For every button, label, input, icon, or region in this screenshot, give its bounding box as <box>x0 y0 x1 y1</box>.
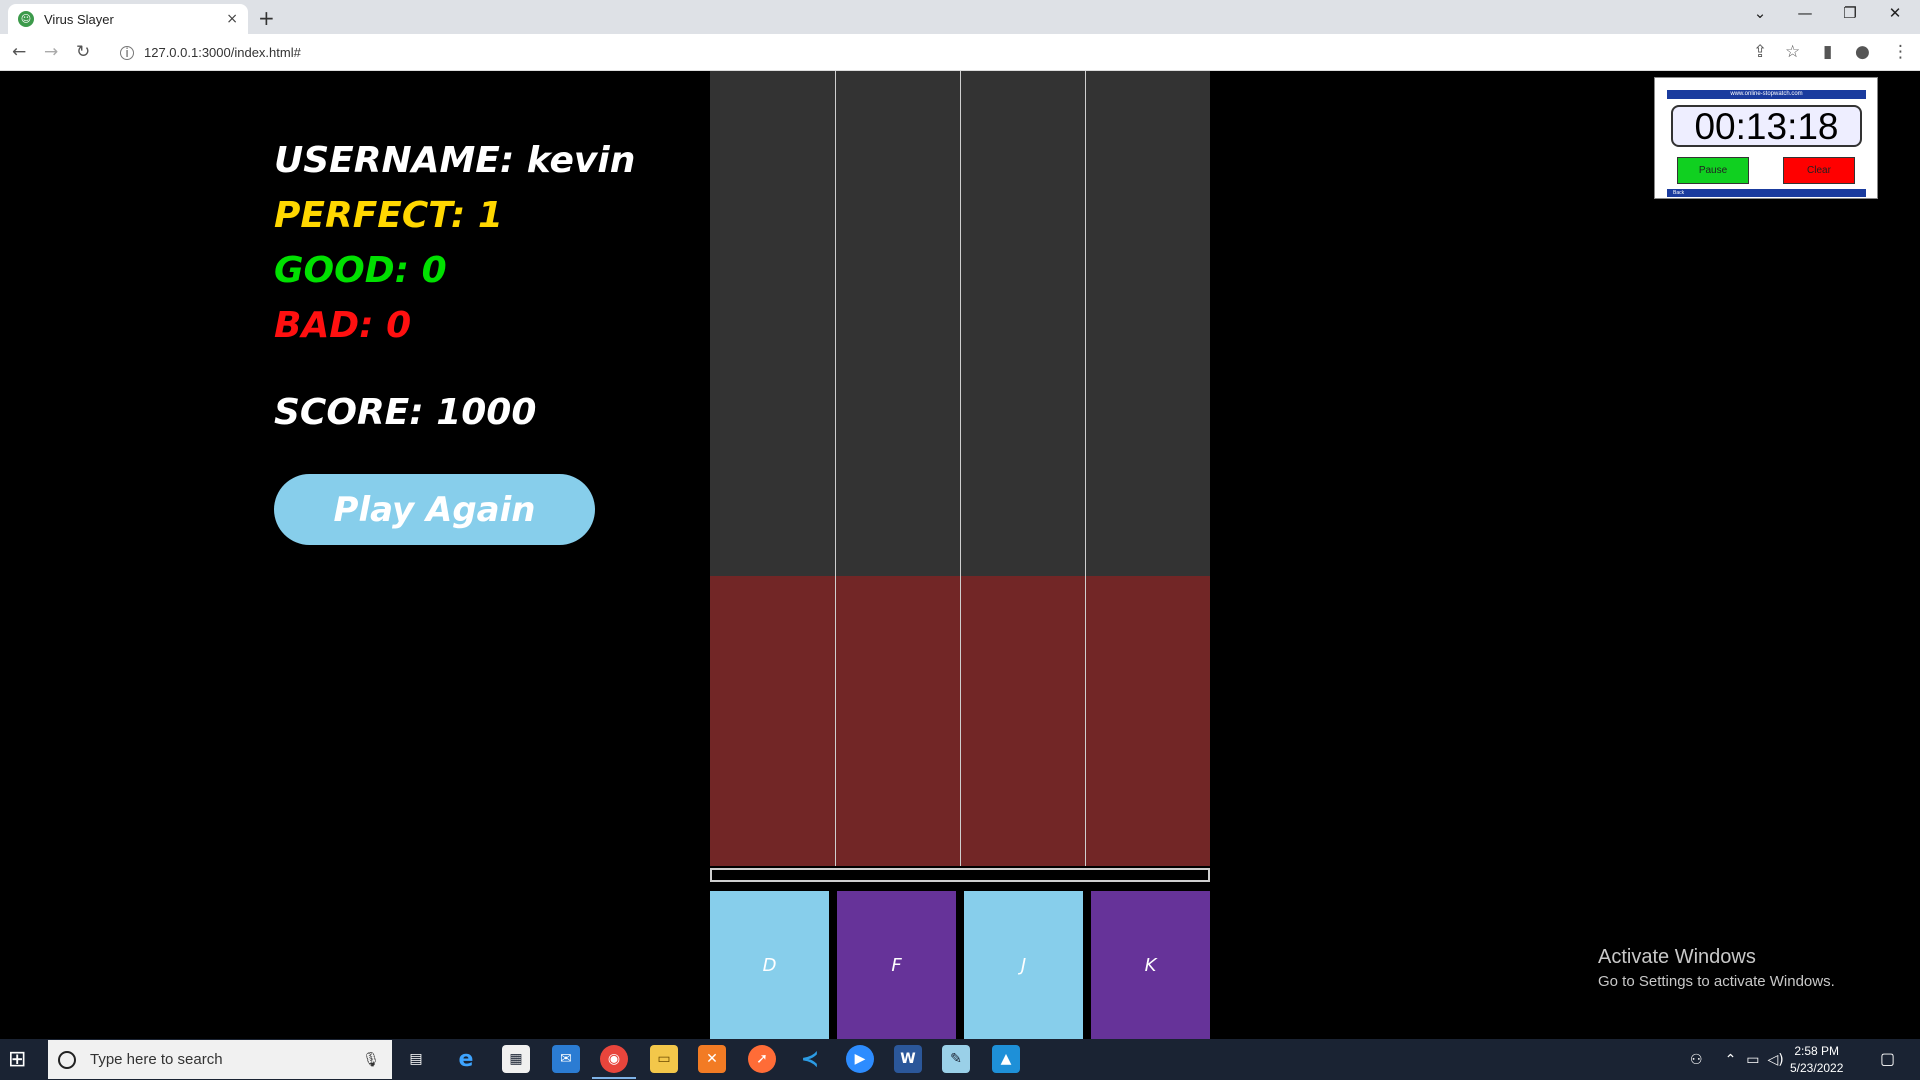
browser-toolbar: ← → ↻ i 127.0.0.1:3000/index.html# ⇪ ☆ ▮… <box>0 34 1920 71</box>
key-k[interactable]: K <box>1091 891 1210 1039</box>
stopwatch-widget: www.online-stopwatch.com 00:13:18 Pause … <box>1654 77 1878 199</box>
browser-tab-bar: ☺ Virus Slayer × + ⌄ — ❐ ✕ <box>0 0 1920 34</box>
bad-count: BAD: 0 <box>274 305 412 346</box>
windows-taskbar: ⊞ Type here to search 🎙 ▤ e ▦ ✉ ◉ ▭ ✕ ➚ … <box>0 1039 1920 1080</box>
notepad-icon[interactable]: ✎ <box>942 1045 970 1073</box>
task-view-icon[interactable]: ▤ <box>402 1045 430 1073</box>
word-icon[interactable]: W <box>894 1045 922 1073</box>
lane-divider <box>1085 71 1086 866</box>
profile-avatar-icon[interactable]: ● <box>1855 42 1870 62</box>
volume-icon[interactable]: ◁) <box>1768 1052 1784 1068</box>
vscode-icon[interactable]: ≺ <box>796 1045 824 1073</box>
key-d[interactable]: D <box>710 891 829 1039</box>
store-icon[interactable]: ▦ <box>502 1045 530 1073</box>
network-icon[interactable]: ▭ <box>1746 1052 1759 1068</box>
stopwatch-time: 00:13:18 <box>1671 105 1862 147</box>
activate-subtitle: Go to Settings to activate Windows. <box>1598 973 1835 990</box>
username-label: USERNAME: kevin <box>274 140 636 181</box>
side-panel-icon[interactable]: ▮ <box>1823 42 1832 62</box>
good-count: GOOD: 0 <box>274 250 447 291</box>
stats-panel: USERNAME: kevin PERFECT: 1 GOOD: 0 BAD: … <box>274 133 635 440</box>
perfect-count: PERFECT: 1 <box>274 195 503 236</box>
tab-close-icon[interactable]: × <box>226 11 238 27</box>
back-arrow-icon[interactable]: ← <box>12 42 26 62</box>
game-board: D F J K <box>710 71 1210 1039</box>
show-hidden-icons-chevron-icon[interactable]: ⌃ <box>1725 1052 1737 1068</box>
lane-divider <box>960 71 961 866</box>
cortana-circle-icon <box>58 1050 76 1069</box>
postman-icon[interactable]: ➚ <box>748 1045 776 1073</box>
stopwatch-clear-button[interactable]: Clear <box>1783 157 1855 184</box>
game-page: USERNAME: kevin PERFECT: 1 GOOD: 0 BAD: … <box>0 71 1920 1039</box>
minimize-button[interactable]: — <box>1785 4 1825 22</box>
windows-start-icon[interactable]: ⊞ <box>8 1047 26 1072</box>
edge-icon[interactable]: e <box>452 1045 480 1073</box>
address-bar[interactable]: i 127.0.0.1:3000/index.html# <box>110 39 1750 66</box>
tab-search-icon[interactable]: ⌄ <box>1740 4 1780 22</box>
search-placeholder: Type here to search <box>90 1051 223 1068</box>
zoom-icon[interactable]: ▶ <box>846 1045 874 1073</box>
people-icon[interactable]: ⚇ <box>1690 1052 1703 1068</box>
taskbar-clock[interactable]: 2:58 PM 5/23/2022 <box>1790 1043 1843 1077</box>
virus-favicon-icon: ☺ <box>18 11 34 27</box>
share-icon[interactable]: ⇪ <box>1753 42 1767 62</box>
menu-dots-icon[interactable]: ⋮ <box>1892 42 1909 62</box>
clock-date: 5/23/2022 <box>1790 1061 1844 1075</box>
stopwatch-site-banner: www.online-stopwatch.com <box>1667 90 1866 99</box>
stopwatch-back-link[interactable]: Back <box>1667 189 1866 197</box>
close-window-button[interactable]: ✕ <box>1875 4 1915 22</box>
notification-center-icon[interactable]: ▢ <box>1880 1049 1895 1068</box>
activate-windows-watermark: Activate Windows Go to Settings to activ… <box>1598 946 1835 990</box>
score-label: SCORE: 1000 <box>274 392 537 433</box>
stopwatch-pause-button[interactable]: Pause <box>1677 157 1749 184</box>
play-again-button[interactable]: Play Again <box>274 474 595 545</box>
key-f[interactable]: F <box>837 891 956 1039</box>
url-text: 127.0.0.1:3000/index.html# <box>144 45 301 60</box>
photos-icon[interactable]: ▲ <box>992 1045 1020 1073</box>
bookmark-star-icon[interactable]: ☆ <box>1785 42 1800 62</box>
forward-arrow-icon[interactable]: → <box>44 42 58 62</box>
site-info-icon[interactable]: i <box>120 45 134 60</box>
taskbar-search[interactable]: Type here to search 🎙 <box>48 1040 392 1079</box>
file-explorer-icon[interactable]: ▭ <box>650 1045 678 1073</box>
hit-line <box>710 868 1210 882</box>
chrome-icon[interactable]: ◉ <box>592 1045 636 1079</box>
mail-icon[interactable]: ✉ <box>552 1045 580 1073</box>
activate-title: Activate Windows <box>1598 946 1756 968</box>
new-tab-button[interactable]: + <box>258 6 275 30</box>
restore-button[interactable]: ❐ <box>1830 4 1870 22</box>
tab-title: Virus Slayer <box>44 11 114 27</box>
browser-tab[interactable]: ☺ Virus Slayer × <box>8 4 248 34</box>
lane-divider <box>835 71 836 866</box>
reload-icon[interactable]: ↻ <box>76 42 90 62</box>
key-j[interactable]: J <box>964 891 1083 1039</box>
xampp-icon[interactable]: ✕ <box>698 1045 726 1073</box>
microphone-icon[interactable]: 🎙 <box>362 1052 380 1068</box>
clock-time: 2:58 PM <box>1794 1044 1840 1058</box>
system-tray: ⚇ ⌃ ▭ ◁) <box>1690 1039 1784 1080</box>
